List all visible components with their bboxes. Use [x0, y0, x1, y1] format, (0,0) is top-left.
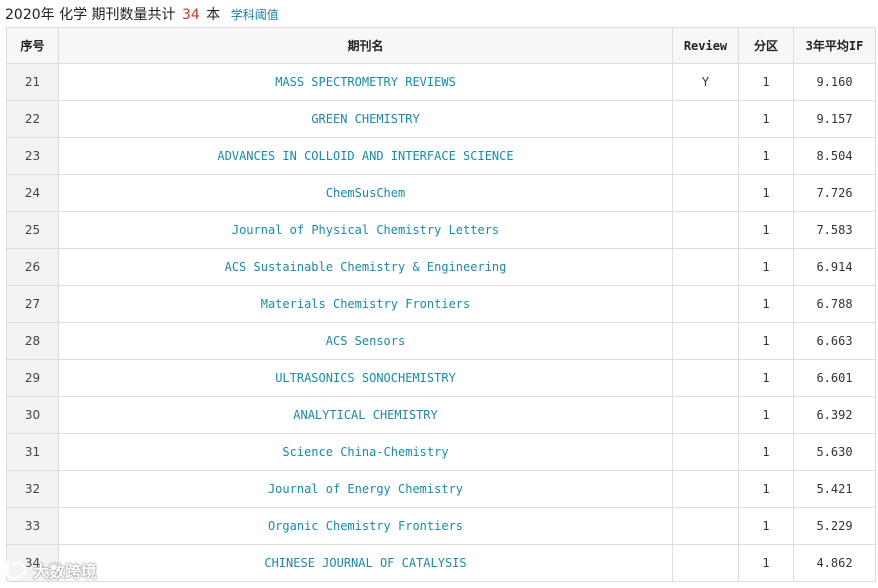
- avg-if-cell: 8.504: [793, 137, 876, 175]
- journal-name-link[interactable]: Journal of Physical Chemistry Letters: [58, 211, 673, 249]
- review-cell: [672, 396, 739, 434]
- zone-cell: 1: [738, 63, 794, 101]
- row-seq-cell: 34: [6, 544, 59, 582]
- subject-label: 化学: [59, 7, 88, 23]
- row-seq-cell: 27: [6, 285, 59, 323]
- row-seq-cell: 32: [6, 470, 59, 508]
- subject-threshold-link[interactable]: 学科阈值: [231, 8, 279, 22]
- review-cell: [672, 100, 739, 138]
- table-row: 22 GREEN CHEMISTRY 1 9.157: [6, 100, 876, 138]
- avg-if-cell: 7.583: [793, 211, 876, 249]
- review-cell: [672, 544, 739, 582]
- year-label: 2020年: [5, 7, 55, 23]
- row-seq-cell: 21: [6, 63, 59, 101]
- journal-name-link[interactable]: ANALYTICAL CHEMISTRY: [58, 396, 673, 434]
- journal-name-link[interactable]: Journal of Energy Chemistry: [58, 470, 673, 508]
- avg-if-cell: 9.160: [793, 63, 876, 101]
- row-seq-cell: 28: [6, 322, 59, 360]
- review-cell: [672, 174, 739, 212]
- avg-if-cell: 5.630: [793, 433, 876, 471]
- table-row: 30 ANALYTICAL CHEMISTRY 1 6.392: [6, 396, 876, 434]
- column-header-zone: 分区: [738, 27, 794, 64]
- table-header-row: 序号 期刊名 Review 分区 3年平均IF: [6, 27, 876, 64]
- review-cell: [672, 137, 739, 175]
- zone-cell: 1: [738, 359, 794, 397]
- row-seq-cell: 29: [6, 359, 59, 397]
- avg-if-cell: 6.663: [793, 322, 876, 360]
- zone-cell: 1: [738, 507, 794, 545]
- review-cell: [672, 507, 739, 545]
- zone-cell: 1: [738, 248, 794, 286]
- journal-name-link[interactable]: Organic Chemistry Frontiers: [58, 507, 673, 545]
- journal-name-link[interactable]: MASS SPECTROMETRY REVIEWS: [58, 63, 673, 101]
- avg-if-cell: 6.914: [793, 248, 876, 286]
- avg-if-cell: 4.862: [793, 544, 876, 582]
- journal-name-link[interactable]: Materials Chemistry Frontiers: [58, 285, 673, 323]
- column-header-journal-name: 期刊名: [58, 27, 673, 64]
- review-cell: [672, 285, 739, 323]
- table-row: 23 ADVANCES IN COLLOID AND INTERFACE SCIE…: [6, 137, 876, 175]
- row-seq-cell: 26: [6, 248, 59, 286]
- avg-if-cell: 5.421: [793, 470, 876, 508]
- journal-name-link[interactable]: ACS Sustainable Chemistry & Engineering: [58, 248, 673, 286]
- review-cell: [672, 470, 739, 508]
- zone-cell: 1: [738, 100, 794, 138]
- count-prefix-label: 期刊数量共计: [91, 7, 176, 23]
- avg-if-cell: 7.726: [793, 174, 876, 212]
- zone-cell: 1: [738, 470, 794, 508]
- avg-if-cell: 6.392: [793, 396, 876, 434]
- table-row: 26 ACS Sustainable Chemistry & Engineerin…: [6, 248, 876, 286]
- page-header: 2020年 化学 期刊数量共计 34 本 学科阈值: [5, 4, 279, 26]
- table-row: 28 ACS Sensors 1 6.663: [6, 322, 876, 360]
- avg-if-cell: 5.229: [793, 507, 876, 545]
- avg-if-cell: 9.157: [793, 100, 876, 138]
- column-header-review: Review: [672, 27, 739, 64]
- row-seq-cell: 23: [6, 137, 59, 175]
- table-row: 21 MASS SPECTROMETRY REVIEWS Y 1 9.160: [6, 63, 876, 101]
- table-row: 24 ChemSusChem 1 7.726: [6, 174, 876, 212]
- table-row: 31 Science China-Chemistry 1 5.630: [6, 433, 876, 471]
- zone-cell: 1: [738, 322, 794, 360]
- zone-cell: 1: [738, 211, 794, 249]
- journal-name-link[interactable]: ADVANCES IN COLLOID AND INTERFACE SCIENC…: [58, 137, 673, 175]
- row-seq-cell: 25: [6, 211, 59, 249]
- journal-table: 序号 期刊名 Review 分区 3年平均IF 21 MASS SPECTROME…: [6, 27, 876, 582]
- table-row: 33 Organic Chemistry Frontiers 1 5.229: [6, 507, 876, 545]
- zone-cell: 1: [738, 544, 794, 582]
- table-row: 27 Materials Chemistry Frontiers 1 6.788: [6, 285, 876, 323]
- column-header-avg-if: 3年平均IF: [793, 27, 876, 64]
- row-seq-cell: 30: [6, 396, 59, 434]
- row-seq-cell: 31: [6, 433, 59, 471]
- zone-cell: 1: [738, 285, 794, 323]
- journal-name-link[interactable]: ULTRASONICS SONOCHEMISTRY: [58, 359, 673, 397]
- count-suffix-label: 本: [206, 7, 221, 23]
- journal-name-link[interactable]: ACS Sensors: [58, 322, 673, 360]
- table-body: 21 MASS SPECTROMETRY REVIEWS Y 1 9.160 22 GREE…: [6, 63, 876, 582]
- column-header-seq: 序号: [6, 27, 59, 64]
- zone-cell: 1: [738, 137, 794, 175]
- avg-if-cell: 6.788: [793, 285, 876, 323]
- row-seq-cell: 22: [6, 100, 59, 138]
- row-seq-cell: 33: [6, 507, 59, 545]
- zone-cell: 1: [738, 396, 794, 434]
- journal-count: 34: [182, 7, 200, 23]
- table-row: 25 Journal of Physical Chemistry Letters 1…: [6, 211, 876, 249]
- zone-cell: 1: [738, 174, 794, 212]
- journal-name-link[interactable]: CHINESE JOURNAL OF CATALYSIS: [58, 544, 673, 582]
- table-row: 32 Journal of Energy Chemistry 1 5.421: [6, 470, 876, 508]
- journal-name-link[interactable]: ChemSusChem: [58, 174, 673, 212]
- table-row: 29 ULTRASONICS SONOCHEMISTRY 1 6.601: [6, 359, 876, 397]
- avg-if-cell: 6.601: [793, 359, 876, 397]
- journal-name-link[interactable]: GREEN CHEMISTRY: [58, 100, 673, 138]
- zone-cell: 1: [738, 433, 794, 471]
- review-cell: Y: [672, 63, 739, 101]
- review-cell: [672, 322, 739, 360]
- table-row: 34 CHINESE JOURNAL OF CATALYSIS 1 4.862: [6, 544, 876, 582]
- row-seq-cell: 24: [6, 174, 59, 212]
- journal-name-link[interactable]: Science China-Chemistry: [58, 433, 673, 471]
- review-cell: [672, 248, 739, 286]
- review-cell: [672, 359, 739, 397]
- review-cell: [672, 211, 739, 249]
- review-cell: [672, 433, 739, 471]
